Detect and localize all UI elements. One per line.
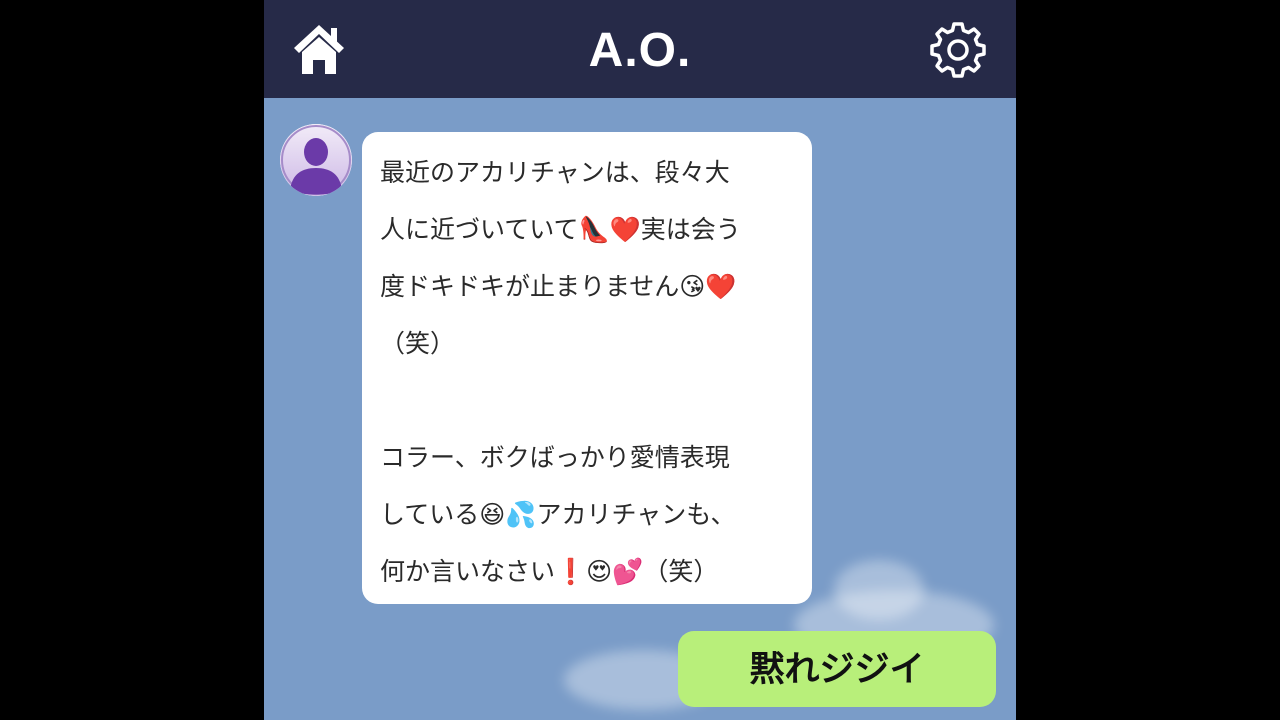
message-line: 人に近づいていて👠❤️実は会う — [380, 215, 741, 244]
background-cloud — [834, 560, 924, 620]
contact-avatar[interactable] — [280, 124, 352, 196]
person-silhouette-icon — [280, 124, 352, 196]
settings-button[interactable] — [928, 20, 988, 80]
message-line: コラー、ボクばっかり愛情表現 — [380, 443, 730, 472]
chat-header: A.O. — [264, 0, 1016, 98]
message-line: 最近のアカリチャンは、段々大 — [380, 158, 730, 187]
outgoing-message-bubble: 黙れジジイ — [678, 631, 996, 707]
chat-screen: A.O. 最近のアカリチャンは、段々大 人に近づいていて👠❤️実は会う 度ドキド… — [264, 0, 1016, 720]
chat-title: A.O. — [588, 24, 692, 77]
incoming-message-bubble: 最近のアカリチャンは、段々大 人に近づいていて👠❤️実は会う 度ドキドキが止まり… — [362, 132, 812, 604]
message-line: （笑） — [380, 329, 456, 358]
message-line — [380, 372, 794, 429]
message-line: している😆💦アカリチャンも、 — [380, 500, 736, 529]
message-line: 何か言いなさい❗😍💕（笑） — [380, 557, 719, 586]
gear-icon — [930, 22, 986, 78]
message-line: 度ドキドキが止まりません😘❤️ — [380, 272, 737, 301]
